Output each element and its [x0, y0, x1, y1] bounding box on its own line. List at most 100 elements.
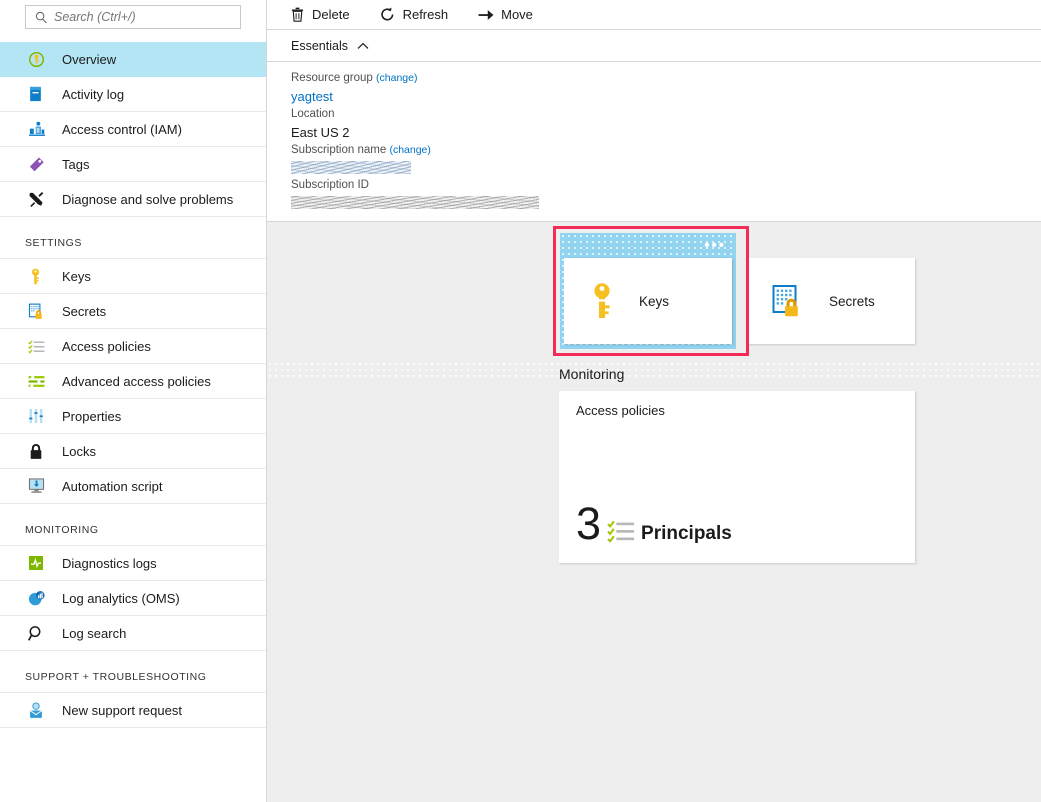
- tile-access-policies[interactable]: Access policies 3 Principals: [559, 391, 915, 563]
- primary-nav-list: Overview Activity log: [0, 42, 266, 217]
- activity-log-icon: [28, 84, 50, 104]
- resource-group-value[interactable]: yagtest: [291, 87, 1041, 106]
- key-icon: [589, 282, 615, 320]
- secrets-lock-icon: [771, 284, 805, 318]
- refresh-icon: [380, 7, 396, 22]
- sidebar-item-label: Automation script: [50, 479, 162, 494]
- search-icon: [32, 11, 50, 24]
- sidebar-item-label: Overview: [50, 52, 116, 67]
- sidebar-item-secrets[interactable]: Secrets: [0, 294, 266, 329]
- access-policies-metric: 3 Principals: [576, 501, 732, 547]
- sidebar-item-automation-script[interactable]: Automation script: [0, 469, 266, 504]
- wrench-screwdriver-icon: [28, 189, 50, 209]
- tile-context-menu-icon[interactable]: •••: [704, 242, 726, 250]
- dot-pattern-band: [267, 361, 1041, 377]
- subscription-name-label-text: Subscription name: [291, 144, 386, 156]
- content-pane: Delete Refresh Move: [267, 0, 1041, 802]
- subscription-name-label: Subscription name (change): [291, 142, 1041, 159]
- location-label: Location: [291, 106, 1041, 123]
- sidebar-item-label: Properties: [50, 409, 121, 424]
- sidebar-item-label: Activity log: [50, 87, 124, 102]
- location-value: East US 2: [291, 123, 1041, 142]
- sidebar-item-new-support-request[interactable]: New support request: [0, 693, 266, 728]
- trash-icon: [289, 7, 305, 22]
- subscription-name-change-link[interactable]: (change): [389, 144, 430, 156]
- essentials-toggle[interactable]: Essentials: [267, 30, 1041, 62]
- resource-group-change-link[interactable]: (change): [376, 72, 417, 84]
- subscription-name-value-redacted: [291, 161, 411, 174]
- sidebar-group-title-monitoring: MONITORING: [0, 504, 266, 545]
- move-button[interactable]: Move: [478, 1, 547, 29]
- sidebar-item-diagnostics-logs[interactable]: Diagnostics logs: [0, 546, 266, 581]
- resource-group-label-text: Resource group: [291, 72, 373, 84]
- monitoring-section-title: Monitoring: [559, 366, 624, 382]
- subscription-id-value-redacted: [291, 196, 539, 209]
- key-icon: [28, 266, 50, 286]
- principals-label: Principals: [641, 523, 732, 545]
- sidebar-group-settings: Keys: [0, 258, 266, 504]
- automation-script-icon: [28, 476, 50, 496]
- access-control-icon: [28, 119, 50, 139]
- checklist-icon: [28, 336, 50, 356]
- sidebar-item-label: Tags: [50, 157, 89, 172]
- tile-secrets-label: Secrets: [829, 294, 875, 309]
- sidebar-group-monitoring: Diagnostics logs Log analytics (OMS): [0, 545, 266, 651]
- essentials-label: Essentials: [291, 39, 348, 53]
- log-analytics-icon: [28, 588, 50, 608]
- sidebar-item-label: Locks: [50, 444, 96, 459]
- move-button-label: Move: [501, 7, 533, 22]
- search-container: [0, 0, 266, 29]
- sidebar-item-log-search[interactable]: Log search: [0, 616, 266, 651]
- delete-button[interactable]: Delete: [289, 1, 364, 29]
- sidebar-group-title-support: SUPPORT + TROUBLESHOOTING: [0, 651, 266, 692]
- tile-keys[interactable]: Keys: [564, 258, 732, 344]
- sidebar-item-overview[interactable]: Overview: [0, 42, 266, 77]
- arrow-right-icon: [478, 8, 494, 22]
- tile-board: ••• Keys: [267, 221, 1041, 802]
- resource-group-label: Resource group (change): [291, 70, 1041, 87]
- tile-keys-label: Keys: [639, 294, 669, 309]
- search-input[interactable]: [50, 10, 234, 24]
- chevron-up-icon: [357, 42, 369, 50]
- sidebar-item-tags[interactable]: Tags: [0, 147, 266, 182]
- sidebar-item-label: Advanced access policies: [50, 374, 211, 389]
- sidebar-item-access-control-iam[interactable]: Access control (IAM): [0, 112, 266, 147]
- search-box[interactable]: [25, 5, 241, 29]
- sidebar: Overview Activity log: [0, 0, 267, 802]
- sidebar-item-activity-log[interactable]: Activity log: [0, 77, 266, 112]
- sidebar-group-title-settings: SETTINGS: [0, 217, 266, 258]
- overview-key-icon: [28, 49, 50, 69]
- sidebar-item-diagnose-and-solve-problems[interactable]: Diagnose and solve problems: [0, 182, 266, 217]
- sidebar-item-properties[interactable]: Properties: [0, 399, 266, 434]
- sidebar-item-advanced-access-policies[interactable]: Advanced access policies: [0, 364, 266, 399]
- sidebar-group-support: New support request: [0, 692, 266, 728]
- lock-icon: [28, 441, 50, 461]
- sidebar-item-locks[interactable]: Locks: [0, 434, 266, 469]
- sidebar-item-label: Diagnostics logs: [50, 556, 157, 571]
- support-request-icon: [28, 700, 50, 720]
- sidebar-item-keys[interactable]: Keys: [0, 259, 266, 294]
- sidebar-item-label: Secrets: [50, 304, 106, 319]
- subscription-id-label: Subscription ID: [291, 177, 1041, 194]
- checklist-icon: [607, 518, 635, 544]
- refresh-button[interactable]: Refresh: [380, 1, 463, 29]
- command-toolbar: Delete Refresh Move: [267, 0, 1041, 30]
- sidebar-item-log-analytics-oms[interactable]: Log analytics (OMS): [0, 581, 266, 616]
- sliders-list-icon: [28, 371, 50, 391]
- sidebar-item-access-policies[interactable]: Access policies: [0, 329, 266, 364]
- sidebar-item-label: Access control (IAM): [50, 122, 182, 137]
- sidebar-item-label: Access policies: [50, 339, 151, 354]
- diagnostics-logs-icon: [28, 553, 50, 573]
- sidebar-item-label: Log search: [50, 626, 126, 641]
- secrets-lock-icon: [28, 301, 50, 321]
- sidebar-item-label: Diagnose and solve problems: [50, 192, 233, 207]
- essentials-properties: Resource group (change) yagtest Location…: [267, 62, 1041, 212]
- sidebar-item-label: New support request: [50, 703, 182, 718]
- delete-button-label: Delete: [312, 7, 350, 22]
- principals-count: 3: [576, 501, 601, 547]
- tag-icon: [28, 154, 50, 174]
- access-policies-tile-title: Access policies: [559, 391, 915, 418]
- sidebar-item-label: Log analytics (OMS): [50, 591, 180, 606]
- tile-secrets[interactable]: Secrets: [747, 258, 915, 344]
- sidebar-item-label: Keys: [50, 269, 91, 284]
